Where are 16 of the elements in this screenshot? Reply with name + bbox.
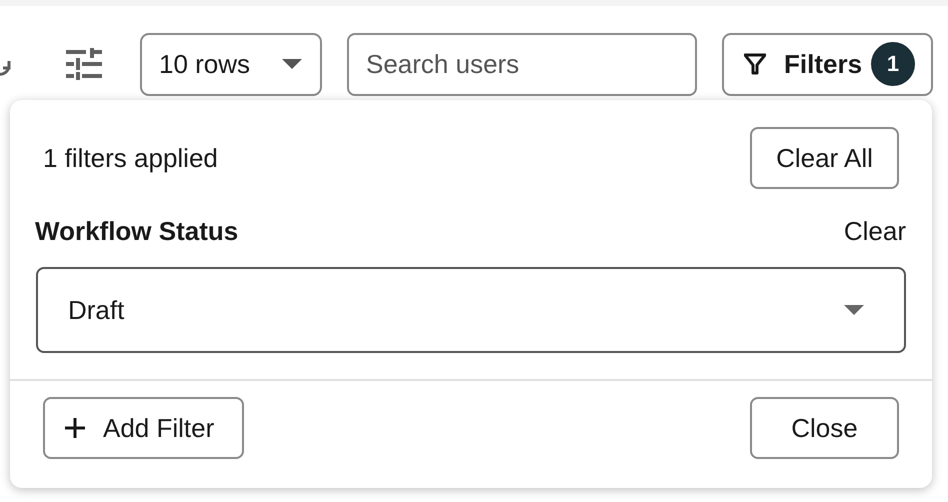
search-field[interactable]: Search users [347, 32, 697, 96]
add-filter-button[interactable]: Add Filter [43, 397, 244, 459]
caret-icon [844, 305, 864, 315]
clear-all-button[interactable]: Clear All [750, 127, 899, 189]
close-button[interactable]: Close [750, 397, 899, 459]
plus-icon [65, 418, 85, 438]
filters-button[interactable]: Filters 1 [722, 32, 933, 96]
count-badge: 1 [871, 42, 915, 86]
clear-link[interactable]: Clear [844, 216, 906, 247]
settings-icon[interactable] [65, 48, 103, 80]
caret-icon [282, 59, 302, 69]
filter-select[interactable]: Draft [36, 267, 906, 353]
filter-label: Workflow Status [35, 216, 238, 247]
funnel-icon [744, 53, 766, 75]
filter-summary: 1 filters applied [43, 142, 218, 174]
rows-select[interactable]: 10 rows [140, 32, 322, 96]
